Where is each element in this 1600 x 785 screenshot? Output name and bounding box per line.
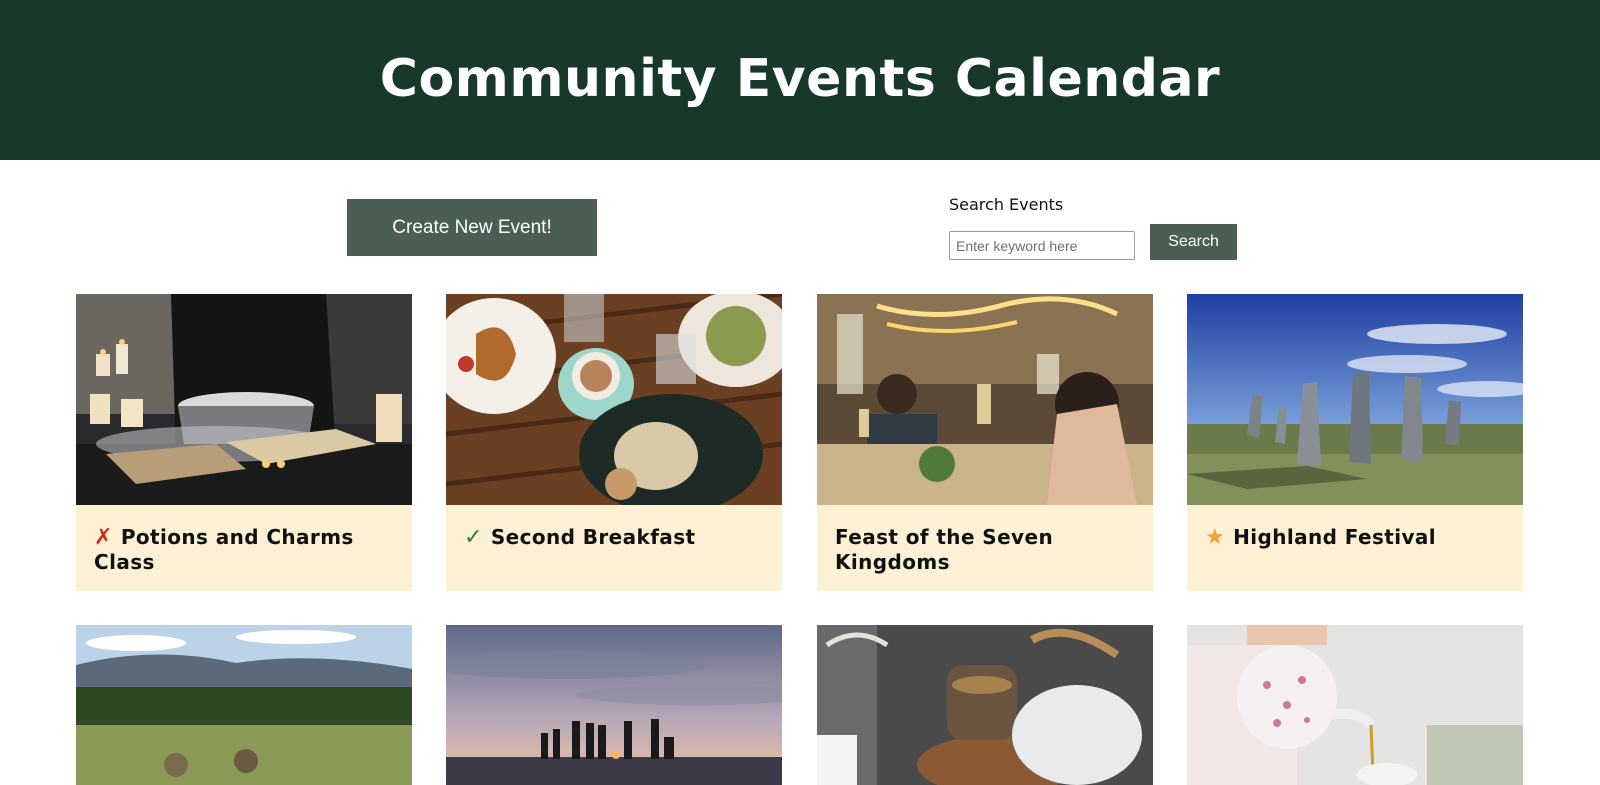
event-card-teapot[interactable]: [1187, 625, 1523, 785]
event-caption: ✗ Potions and Charms Class: [76, 505, 412, 591]
event-caption: ✓ Second Breakfast: [446, 505, 782, 591]
event-title[interactable]: ✗ Potions and Charms Class: [94, 525, 394, 575]
event-card-feast[interactable]: Feast of the Seven Kingdoms: [817, 294, 1153, 591]
event-card-highland[interactable]: ★ Highland Festival: [1187, 294, 1523, 591]
hiking-meadow-photo: [76, 625, 412, 785]
potion-cauldron-photo: [76, 294, 412, 505]
site-header: Community Events Calendar: [0, 0, 1600, 160]
page-title: Community Events Calendar: [379, 49, 1221, 109]
standing-stones-photo: [1187, 294, 1523, 505]
tea-set-photo: [817, 625, 1153, 785]
create-event-button[interactable]: Create New Event!: [347, 199, 597, 256]
event-card-tea[interactable]: [817, 625, 1153, 785]
teapot-pouring-photo: [1187, 625, 1523, 785]
event-card-second-breakfast[interactable]: ✓ Second Breakfast: [446, 294, 782, 591]
banquet-hall-photo: [817, 294, 1153, 505]
confirmed-icon: ✓: [464, 525, 483, 550]
event-title[interactable]: ★ Highland Festival: [1205, 525, 1505, 550]
event-title[interactable]: ✓ Second Breakfast: [464, 525, 764, 550]
event-caption: Feast of the Seven Kingdoms: [817, 505, 1153, 591]
event-card-hiking[interactable]: [76, 625, 412, 785]
event-caption: ★ Highland Festival: [1187, 505, 1523, 591]
beach-sunset-bonfire-photo: [446, 625, 782, 785]
cancelled-icon: ✗: [94, 525, 113, 550]
star-icon: ★: [1205, 525, 1226, 550]
event-title[interactable]: Feast of the Seven Kingdoms: [835, 525, 1135, 575]
search-button[interactable]: Search: [1150, 224, 1237, 260]
breakfast-table-photo: [446, 294, 782, 505]
search-input[interactable]: [949, 231, 1135, 260]
search-label: Search Events: [949, 195, 1064, 214]
event-card-beach[interactable]: [446, 625, 782, 785]
event-card-potions[interactable]: ✗ Potions and Charms Class: [76, 294, 412, 591]
